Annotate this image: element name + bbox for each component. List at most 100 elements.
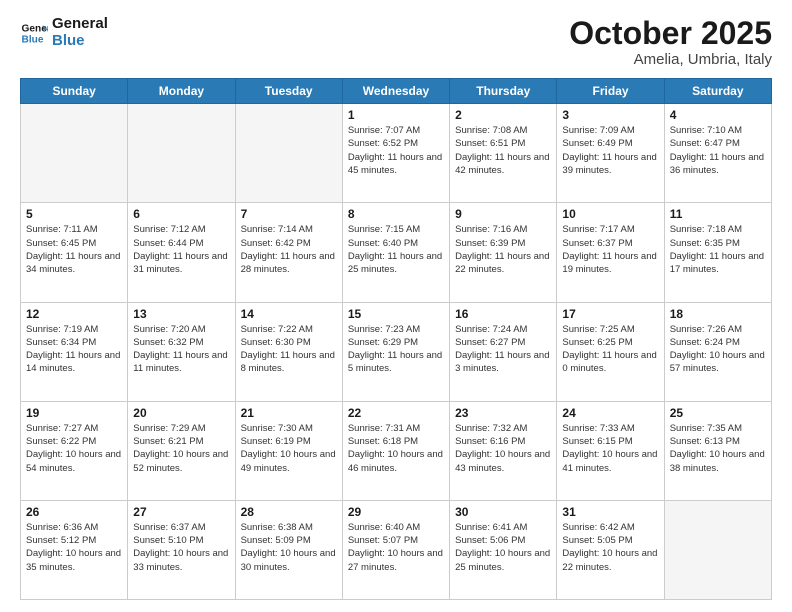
- table-row: 1Sunrise: 7:07 AM Sunset: 6:52 PM Daylig…: [342, 104, 449, 203]
- table-row: 11 Sunrise: 7:18 AM Sunset: 6:35 PM Dayli…: [664, 203, 771, 302]
- calendar-week-row: 1Sunrise: 7:07 AM Sunset: 6:52 PM Daylig…: [21, 104, 772, 203]
- col-monday: Monday: [128, 79, 235, 104]
- page: General Blue General Blue October 2025 A…: [0, 0, 792, 612]
- day-info: Sunrise: 7:19 AM Sunset: 6:34 PM Dayligh…: [26, 323, 122, 376]
- col-tuesday: Tuesday: [235, 79, 342, 104]
- day-info: Sunrise: 7:24 AM Sunset: 6:27 PM Dayligh…: [455, 323, 551, 376]
- day-number: 19: [26, 406, 122, 420]
- table-row: 12 Sunrise: 7:19 AM Sunset: 6:34 PM Dayli…: [21, 302, 128, 401]
- calendar-header-row: Sunday Monday Tuesday Wednesday Thursday…: [21, 79, 772, 104]
- day-info: Sunrise: 7:25 AM Sunset: 6:25 PM Dayligh…: [562, 323, 658, 376]
- day-number: 10: [562, 207, 658, 221]
- day-info: Sunrise: 7:18 AM Sunset: 6:35 PM Dayligh…: [670, 223, 766, 276]
- calendar-table: Sunday Monday Tuesday Wednesday Thursday…: [20, 78, 772, 600]
- svg-text:Blue: Blue: [22, 34, 44, 45]
- table-row: 15 Sunrise: 7:23 AM Sunset: 6:29 PM Dayli…: [342, 302, 449, 401]
- day-info: Sunrise: 7:11 AM Sunset: 6:45 PM Dayligh…: [26, 223, 122, 276]
- table-row: 9 Sunrise: 7:16 AM Sunset: 6:39 PM Daylig…: [450, 203, 557, 302]
- day-info: Sunrise: 7:22 AM Sunset: 6:30 PM Dayligh…: [241, 323, 337, 376]
- table-row: [235, 104, 342, 203]
- table-row: 22 Sunrise: 7:31 AM Sunset: 6:18 PM Dayli…: [342, 401, 449, 500]
- day-info: Sunrise: 7:32 AM Sunset: 6:16 PM Dayligh…: [455, 422, 551, 475]
- day-number: 3: [562, 108, 658, 122]
- table-row: 13 Sunrise: 7:20 AM Sunset: 6:32 PM Dayli…: [128, 302, 235, 401]
- day-number: 6: [133, 207, 229, 221]
- day-info: Sunrise: 7:27 AM Sunset: 6:22 PM Dayligh…: [26, 422, 122, 475]
- day-number: 5: [26, 207, 122, 221]
- day-number: 15: [348, 307, 444, 321]
- table-row: 26 Sunrise: 6:36 AM Sunset: 5:12 PM Dayli…: [21, 500, 128, 599]
- table-row: 19 Sunrise: 7:27 AM Sunset: 6:22 PM Dayli…: [21, 401, 128, 500]
- table-row: [664, 500, 771, 599]
- table-row: 31 Sunrise: 6:42 AM Sunset: 5:05 PM Dayli…: [557, 500, 664, 599]
- day-number: 11: [670, 207, 766, 221]
- day-info: Sunrise: 7:33 AM Sunset: 6:15 PM Dayligh…: [562, 422, 658, 475]
- table-row: 29Sunrise: 6:40 AM Sunset: 5:07 PM Dayli…: [342, 500, 449, 599]
- logo-icon: General Blue: [20, 19, 48, 47]
- table-row: 16 Sunrise: 7:24 AM Sunset: 6:27 PM Dayli…: [450, 302, 557, 401]
- day-number: 9: [455, 207, 551, 221]
- day-number: 8: [348, 207, 444, 221]
- day-number: 4: [670, 108, 766, 122]
- table-row: 27Sunrise: 6:37 AM Sunset: 5:10 PM Dayli…: [128, 500, 235, 599]
- day-info: Sunrise: 7:08 AM Sunset: 6:51 PM Dayligh…: [455, 124, 551, 177]
- table-row: 30 Sunrise: 6:41 AM Sunset: 5:06 PM Dayli…: [450, 500, 557, 599]
- table-row: 18 Sunrise: 7:26 AM Sunset: 6:24 PM Dayli…: [664, 302, 771, 401]
- col-saturday: Saturday: [664, 79, 771, 104]
- col-sunday: Sunday: [21, 79, 128, 104]
- day-info: Sunrise: 7:16 AM Sunset: 6:39 PM Dayligh…: [455, 223, 551, 276]
- day-number: 28: [241, 505, 337, 519]
- day-info: Sunrise: 6:41 AM Sunset: 5:06 PM Dayligh…: [455, 521, 551, 574]
- day-info: Sunrise: 7:26 AM Sunset: 6:24 PM Dayligh…: [670, 323, 766, 376]
- day-number: 18: [670, 307, 766, 321]
- day-info: Sunrise: 6:38 AM Sunset: 5:09 PM Dayligh…: [241, 521, 337, 574]
- table-row: 4 Sunrise: 7:10 AM Sunset: 6:47 PM Daylig…: [664, 104, 771, 203]
- table-row: 20 Sunrise: 7:29 AM Sunset: 6:21 PM Dayli…: [128, 401, 235, 500]
- table-row: 8 Sunrise: 7:15 AM Sunset: 6:40 PM Daylig…: [342, 203, 449, 302]
- table-row: 7Sunrise: 7:14 AM Sunset: 6:42 PM Daylig…: [235, 203, 342, 302]
- day-number: 20: [133, 406, 229, 420]
- day-info: Sunrise: 7:14 AM Sunset: 6:42 PM Dayligh…: [241, 223, 337, 276]
- day-number: 16: [455, 307, 551, 321]
- day-info: Sunrise: 7:12 AM Sunset: 6:44 PM Dayligh…: [133, 223, 229, 276]
- day-number: 27: [133, 505, 229, 519]
- day-info: Sunrise: 7:23 AM Sunset: 6:29 PM Dayligh…: [348, 323, 444, 376]
- day-number: 12: [26, 307, 122, 321]
- calendar-week-row: 12 Sunrise: 7:19 AM Sunset: 6:34 PM Dayli…: [21, 302, 772, 401]
- day-info: Sunrise: 7:30 AM Sunset: 6:19 PM Dayligh…: [241, 422, 337, 475]
- table-row: 21Sunrise: 7:30 AM Sunset: 6:19 PM Dayli…: [235, 401, 342, 500]
- day-info: Sunrise: 7:31 AM Sunset: 6:18 PM Dayligh…: [348, 422, 444, 475]
- day-number: 2: [455, 108, 551, 122]
- table-row: 5 Sunrise: 7:11 AM Sunset: 6:45 PM Daylig…: [21, 203, 128, 302]
- table-row: [21, 104, 128, 203]
- day-number: 31: [562, 505, 658, 519]
- table-row: 23 Sunrise: 7:32 AM Sunset: 6:16 PM Dayli…: [450, 401, 557, 500]
- day-info: Sunrise: 7:20 AM Sunset: 6:32 PM Dayligh…: [133, 323, 229, 376]
- logo-general-text: General: [52, 16, 108, 33]
- day-info: Sunrise: 7:29 AM Sunset: 6:21 PM Dayligh…: [133, 422, 229, 475]
- day-info: Sunrise: 7:07 AM Sunset: 6:52 PM Dayligh…: [348, 124, 444, 177]
- day-info: Sunrise: 7:35 AM Sunset: 6:13 PM Dayligh…: [670, 422, 766, 475]
- day-info: Sunrise: 6:40 AM Sunset: 5:07 PM Dayligh…: [348, 521, 444, 574]
- calendar-week-row: 5 Sunrise: 7:11 AM Sunset: 6:45 PM Daylig…: [21, 203, 772, 302]
- day-info: Sunrise: 7:09 AM Sunset: 6:49 PM Dayligh…: [562, 124, 658, 177]
- table-row: 24Sunrise: 7:33 AM Sunset: 6:15 PM Dayli…: [557, 401, 664, 500]
- table-row: 3 Sunrise: 7:09 AM Sunset: 6:49 PM Daylig…: [557, 104, 664, 203]
- day-number: 22: [348, 406, 444, 420]
- day-info: Sunrise: 6:42 AM Sunset: 5:05 PM Dayligh…: [562, 521, 658, 574]
- day-info: Sunrise: 7:10 AM Sunset: 6:47 PM Dayligh…: [670, 124, 766, 177]
- table-row: 2 Sunrise: 7:08 AM Sunset: 6:51 PM Daylig…: [450, 104, 557, 203]
- table-row: 6 Sunrise: 7:12 AM Sunset: 6:44 PM Daylig…: [128, 203, 235, 302]
- day-number: 23: [455, 406, 551, 420]
- col-thursday: Thursday: [450, 79, 557, 104]
- day-number: 14: [241, 307, 337, 321]
- calendar-week-row: 19 Sunrise: 7:27 AM Sunset: 6:22 PM Dayli…: [21, 401, 772, 500]
- day-number: 13: [133, 307, 229, 321]
- col-wednesday: Wednesday: [342, 79, 449, 104]
- day-info: Sunrise: 7:15 AM Sunset: 6:40 PM Dayligh…: [348, 223, 444, 276]
- table-row: 17Sunrise: 7:25 AM Sunset: 6:25 PM Dayli…: [557, 302, 664, 401]
- day-number: 26: [26, 505, 122, 519]
- day-number: 30: [455, 505, 551, 519]
- day-info: Sunrise: 6:36 AM Sunset: 5:12 PM Dayligh…: [26, 521, 122, 574]
- title-block: October 2025 Amelia, Umbria, Italy: [569, 16, 772, 68]
